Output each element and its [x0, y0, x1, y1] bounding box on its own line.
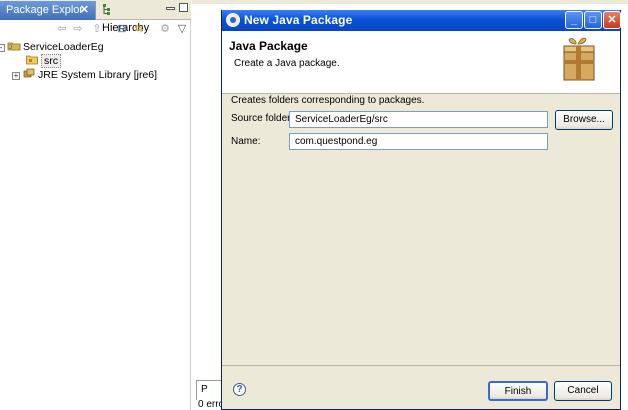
- view-tab-bar: Package Explor ✕ Hierarchy: [0, 0, 191, 34]
- package-folder-icon: [26, 54, 38, 65]
- dialog-title: New Java Package: [244, 13, 353, 27]
- collapse-all-icon[interactable]: ⊟: [116, 23, 128, 35]
- footer-divider: [222, 365, 620, 366]
- link-editor-icon[interactable]: ⇆: [133, 23, 145, 35]
- browse-button[interactable]: Browse...: [555, 110, 613, 130]
- maximize-button[interactable]: □: [584, 11, 602, 29]
- tab-hierarchy[interactable]: Hierarchy: [98, 1, 160, 34]
- eclipse-icon: [226, 13, 240, 27]
- new-java-package-dialog: New Java Package _ □ ✕ Java Package Crea…: [221, 10, 621, 410]
- forward-arrow-icon[interactable]: ⇨: [72, 23, 84, 35]
- view-menu-icon[interactable]: ⚙: [159, 23, 171, 35]
- source-folder-input[interactable]: [289, 111, 548, 128]
- tree-item-jre[interactable]: + JRE System Library [jre6]: [12, 68, 157, 82]
- view-toolbar: ⇦ ⇨ ⇧ ⊟ ⇆ ⚙ ▽: [0, 21, 191, 37]
- expand-icon[interactable]: +: [12, 72, 20, 80]
- java-project-icon: J: [7, 41, 21, 51]
- help-icon[interactable]: ?: [233, 383, 246, 396]
- dropdown-icon[interactable]: ▽: [176, 23, 188, 35]
- page-title: Java Package: [229, 39, 308, 53]
- tab-package-explorer[interactable]: Package Explor ✕: [0, 1, 96, 20]
- close-icon[interactable]: ✕: [80, 1, 89, 19]
- tree-item-src[interactable]: src: [26, 54, 61, 68]
- tab-package-explorer-label: Package Explor: [6, 4, 84, 16]
- tree-item-project[interactable]: -J ServiceLoaderEg: [0, 40, 104, 54]
- info-text: Creates folders corresponding to package…: [231, 95, 425, 106]
- finish-button[interactable]: Finish: [488, 381, 548, 401]
- tree-item-jre-label: JRE System Library [jre6]: [38, 69, 158, 81]
- cancel-button[interactable]: Cancel: [554, 381, 612, 401]
- name-label: Name:: [231, 136, 260, 147]
- editor-tab-strip: [192, 0, 628, 4]
- svg-text:J: J: [9, 45, 12, 51]
- source-folder-label: Source folder:: [231, 113, 293, 124]
- minimize-button[interactable]: _: [565, 11, 583, 29]
- tree-item-project-label: ServiceLoaderEg: [23, 41, 104, 53]
- collapse-icon[interactable]: -: [0, 44, 5, 52]
- library-icon: [23, 68, 35, 79]
- package-wizard-icon: [560, 36, 600, 84]
- dialog-header: Java Package Create a Java package.: [222, 31, 620, 94]
- up-folder-icon[interactable]: ⇧: [91, 23, 103, 35]
- maximize-view-icon[interactable]: [179, 3, 188, 12]
- close-button[interactable]: ✕: [603, 11, 621, 29]
- package-explorer-view: Package Explor ✕ Hierarchy ⇦ ⇨ ⇧ ⊟ ⇆ ⚙ ▽…: [0, 0, 191, 410]
- dialog-body: Creates folders corresponding to package…: [222, 95, 620, 365]
- back-arrow-icon[interactable]: ⇦: [56, 23, 68, 35]
- hierarchy-icon: [102, 3, 111, 15]
- dialog-title-bar[interactable]: New Java Package _ □ ✕: [222, 10, 621, 31]
- package-name-input[interactable]: [289, 133, 548, 150]
- tab-problems-label: P: [201, 384, 208, 395]
- page-description: Create a Java package.: [234, 58, 340, 69]
- tree-item-src-label: src: [41, 54, 61, 68]
- minimize-view-icon[interactable]: [166, 7, 175, 10]
- source-folder-label-text: Source folder:: [231, 113, 294, 124]
- name-label-text: Name:: [231, 136, 261, 147]
